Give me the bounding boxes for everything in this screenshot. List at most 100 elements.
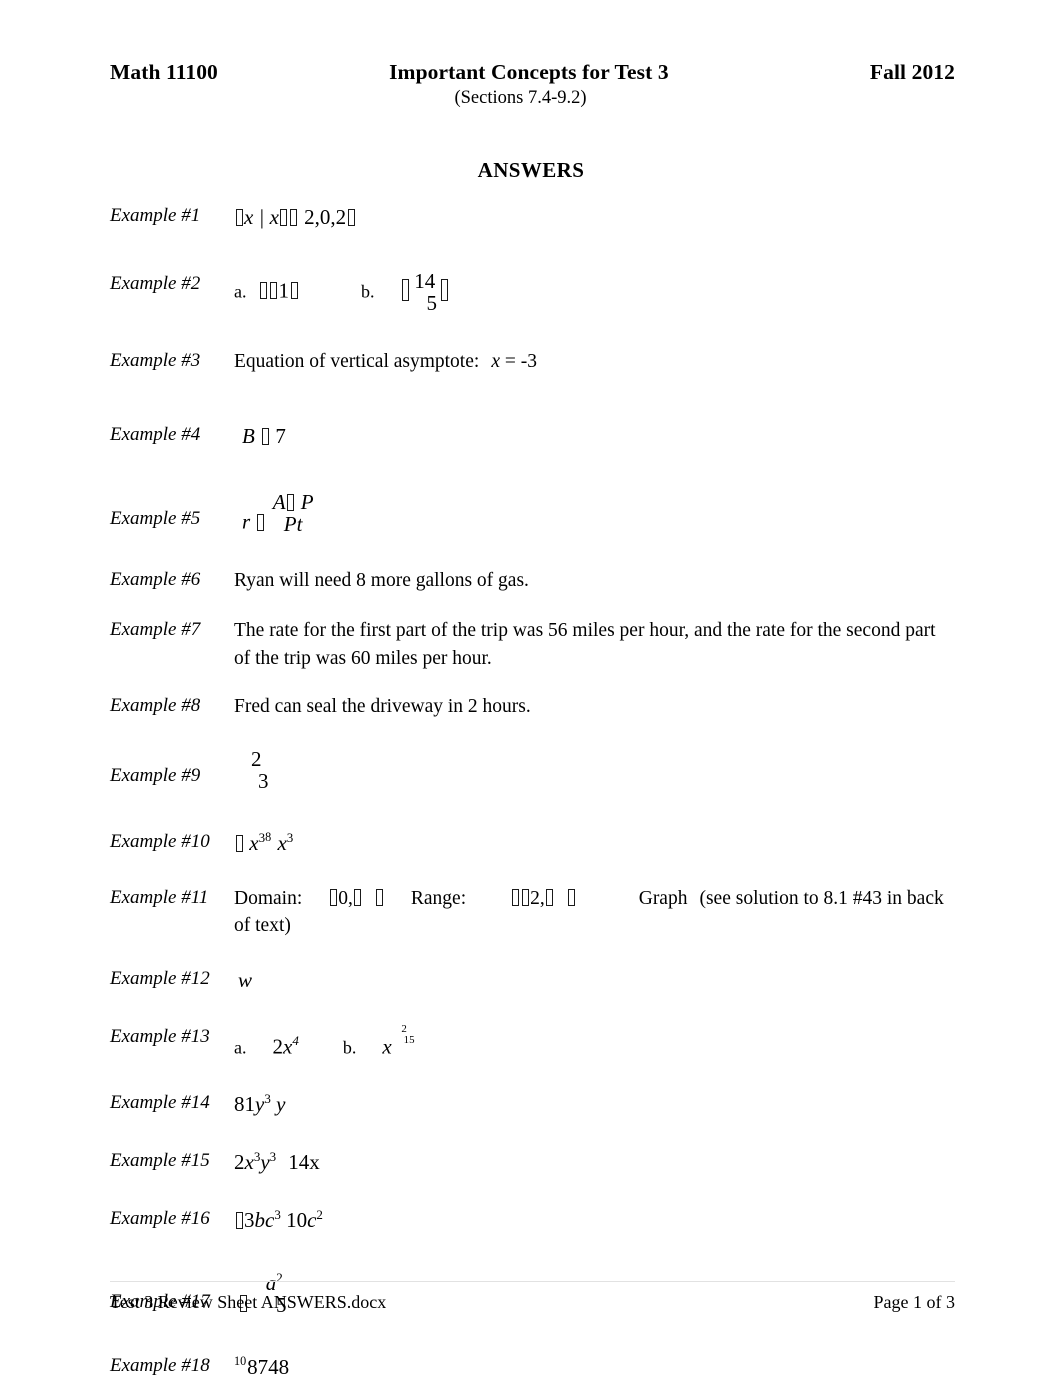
fraction-numerator: 14 (414, 268, 436, 293)
example-row-6: Example #6 Ryan will need 8 more gallons… (110, 567, 960, 595)
missing-glyph-notequal-icon (280, 209, 288, 226)
example-answer-11: Domain: 0, Range: 2, Graph (see solution to 8… (234, 885, 960, 940)
example-label: Example #10 (110, 830, 210, 852)
example-label: Example #16 (110, 1207, 210, 1229)
example-label: Example #7 (110, 619, 201, 641)
fraction-denominator: Pt (283, 511, 303, 536)
example-answer-15: 2x3y3 14x (234, 1148, 960, 1178)
fraction-denominator: 3 (258, 769, 269, 793)
document-page: Math 11100 Important Concepts for Test 3… (0, 0, 1062, 1377)
asymptote-text: Equation of vertical asymptote: (234, 351, 480, 373)
document-header: Math 11100 Important Concepts for Test 3… (110, 60, 955, 109)
graph-label: Graph (638, 887, 688, 909)
example-answer-2: a. 1 b. 14 5 (234, 268, 960, 315)
exponent-y: 3 (269, 1148, 277, 1164)
example-label: Example #3 (110, 350, 201, 372)
missing-glyph-bracket-open-icon (329, 888, 337, 906)
missing-glyph-minus-icon (270, 282, 277, 300)
coefficient: 3 (244, 1207, 255, 1232)
radicand-exponent: 3 (286, 829, 294, 845)
example-answer-7: The rate for the first part of the trip … (234, 620, 936, 669)
example-row-16: Example #16 3bc3 10c2 (110, 1206, 960, 1236)
base-y: y (255, 1091, 265, 1116)
header-row: Math 11100 Important Concepts for Test 3… (110, 60, 955, 85)
example-label: Example #6 (110, 569, 201, 591)
missing-glyph-brace-open-icon (260, 282, 267, 300)
example-row-8: Example #8 Fred can seal the driveway in… (110, 693, 960, 721)
example-row-1: Example #1 x | x 2,0,2 (110, 203, 960, 233)
example-answer-12: w (234, 966, 960, 996)
footer-page-number: Page 1 of 3 (873, 1292, 955, 1312)
missing-glyph-brace-close-icon (290, 282, 298, 300)
example-row-4: Example #4 B 7 (110, 422, 960, 452)
missing-glyph-equals-icon (256, 513, 264, 531)
answers-list: Example #1 x | x 2,0,2 Example #2 a. 1 b. 1… (110, 203, 960, 1377)
missing-glyph-minus-icon (235, 1211, 243, 1229)
numerator-exponent: 2 (276, 1270, 283, 1286)
missing-glyph-brace-close-icon (440, 279, 448, 302)
numerator-a: A (272, 489, 286, 514)
radicand-exponent: 2 (316, 1206, 323, 1222)
exponent: 3 (274, 1206, 281, 1222)
missing-glyph-minus-icon (287, 493, 295, 511)
domain-value: 0, (338, 887, 353, 909)
part-a-marker: a. (234, 1037, 247, 1058)
example-row-7: Example #7 The rate for the first part o… (110, 617, 960, 672)
missing-glyph-infinity-icon (354, 888, 362, 906)
part-a-value: 1 (278, 278, 290, 303)
sections-subtitle: (Sections 7.4-9.2) (454, 88, 587, 108)
missing-glyph-paren-close-icon (376, 888, 384, 906)
missing-glyph-brace-open-icon (402, 279, 409, 302)
radicand-8748: 8748 (247, 1355, 290, 1377)
radicand-value: 14x (288, 1149, 320, 1174)
example-row-13: Example #13 a. 2x4 b. x 2 15 (110, 1023, 960, 1062)
fraction-2-over-3: 2 3 (244, 748, 269, 793)
radical-index: 10 (234, 1353, 247, 1368)
exponent: 4 (292, 1033, 299, 1049)
missing-glyph-minus-icon (290, 209, 298, 226)
value-7: 7 (275, 424, 286, 449)
example-row-9: Example #9 2 3 (110, 748, 960, 793)
example-answer-5: r A P Pt (234, 486, 960, 537)
example-label: Example #14 (110, 1091, 210, 1113)
base-x: x (244, 1149, 254, 1174)
example-label: Example #13 (110, 1025, 210, 1047)
fraction-numerator: A P (272, 489, 314, 514)
base-x: x (249, 830, 259, 855)
example-row-15: Example #15 2x3y3 14x (110, 1148, 960, 1178)
radicand-base: x (277, 830, 287, 855)
missing-glyph-bracket-open-icon (511, 888, 519, 906)
set-builder-body: x | x (244, 205, 279, 229)
missing-glyph-brace-open-icon (235, 209, 243, 226)
document-title: Important Concepts for Test 3 (389, 60, 669, 84)
example-answer-14: 81y3 y (234, 1090, 960, 1120)
example-row-14: Example #14 81y3 y (110, 1090, 960, 1120)
coefficient: 81 (234, 1091, 255, 1116)
example-label: Example #1 (110, 205, 201, 226)
domain-label: Domain: (234, 887, 303, 909)
example-answer-18: 108748 (234, 1353, 960, 1377)
part-b-marker: b. (361, 281, 375, 302)
example-answer-6: Ryan will need 8 more gallons of gas. (234, 570, 529, 592)
answers-heading: ANSWERS (477, 158, 585, 182)
example-label: Example #12 (110, 968, 210, 990)
exponent-fraction-2-over-15: 2 15 (394, 1023, 415, 1046)
footer-filename: Test 3 Review Sheet ANSWERS.docx (110, 1292, 387, 1312)
asymptote-variable: x (491, 351, 500, 373)
base-x: x (382, 1034, 392, 1059)
set-values: 2,0,2 (304, 205, 347, 229)
range-value: 2, (530, 887, 545, 909)
example-answer-4: B 7 (234, 422, 960, 452)
part-a-marker: a. (234, 281, 247, 302)
missing-glyph-equals-icon (261, 428, 269, 446)
exponent-denominator: 15 (403, 1033, 415, 1046)
example-label: Example #18 (110, 1355, 210, 1377)
example-row-3: Example #3 Equation of vertical asymptot… (110, 348, 960, 376)
asymptote-value: = -3 (504, 351, 537, 373)
exponent: 3 (264, 1090, 271, 1106)
radicand-y: y (276, 1091, 286, 1116)
example-label: Example #11 (110, 886, 209, 908)
base-y: y (260, 1149, 270, 1174)
example-label: Example #5 (110, 507, 201, 529)
fraction-14-over-5: 14 5 (413, 268, 437, 315)
